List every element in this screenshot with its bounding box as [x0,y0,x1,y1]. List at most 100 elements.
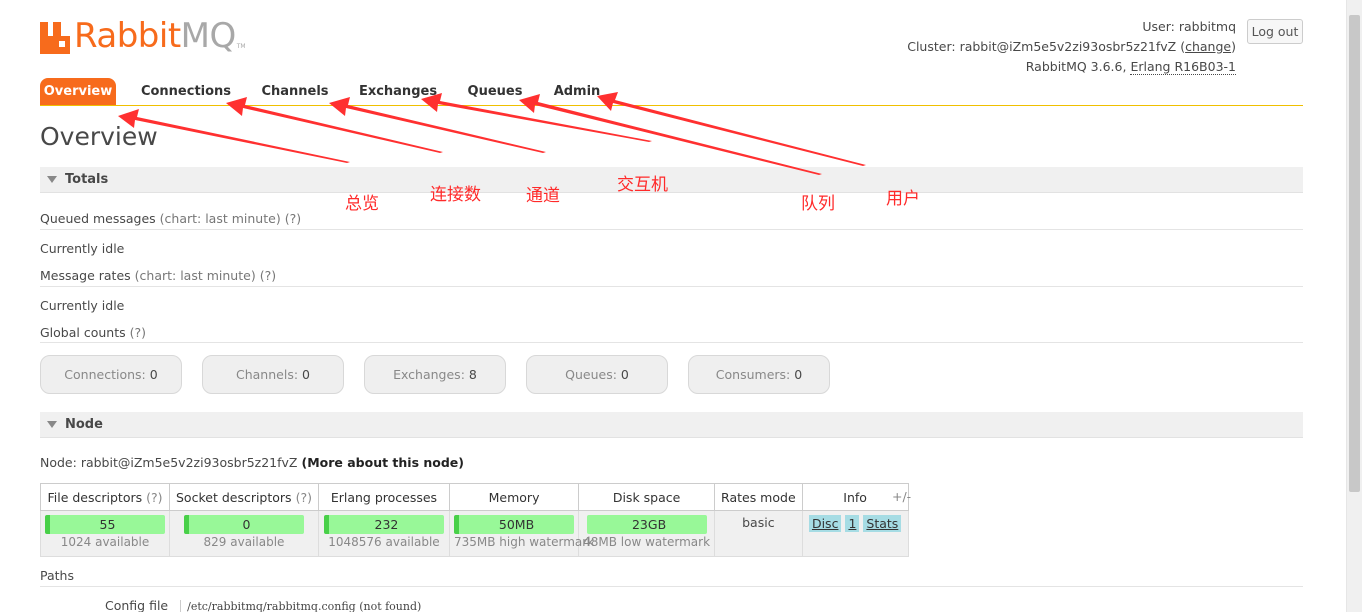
message-rates-row: Message rates (chart: last minute) (?) [40,268,1303,283]
node-name: rabbit@iZm5e5v2zi93osbr5z21fvZ [80,455,298,470]
queued-help-link[interactable]: (?) [285,211,301,226]
toggle-columns-link[interactable]: +/- [892,489,911,504]
consumers-count-button[interactable]: Consumers: 0 [688,355,830,394]
table-header-row: File descriptors (?) Socket descriptors … [40,483,909,511]
change-cluster-link[interactable]: change [1185,39,1231,54]
annotation-arrow [519,94,822,175]
exchanges-count-button[interactable]: Exchanges: 8 [364,355,506,394]
disk-low-watermark: 48MB low watermark [583,535,711,549]
config-file-label: Config file [105,598,169,612]
node-label: Node: [40,455,77,470]
tab-overview[interactable]: Overview [40,78,116,105]
tab-admin[interactable]: Admin [548,78,606,105]
count-value: 0 [794,367,803,382]
memory-bar: 50MB [454,515,575,534]
logout-button[interactable]: Log out [1247,19,1303,44]
tab-queues[interactable]: Queues [464,78,526,105]
tab-channels[interactable]: Channels [256,78,334,105]
annotation-overview: 总览 [345,194,379,214]
config-file-value: /etc/rabbitmq/rabbitmq.config (not found… [180,600,422,612]
node-stats-table: File descriptors (?) Socket descriptors … [40,483,909,557]
annotation-connections: 连接数 [430,185,481,205]
cluster-name: rabbit@iZm5e5v2zi93osbr5z21fvZ [959,39,1177,54]
column-header-erlang-processes: Erlang processes [317,483,450,511]
column-header-disk-space: Disk space [578,483,716,511]
cluster-line: Cluster: rabbit@iZm5e5v2zi93osbr5z21fvZ … [907,39,1236,54]
rabbit-logo-icon [40,22,70,54]
erlang-processes-available: 1048576 available [328,535,440,549]
info-cell: Disc 1 Stats [801,510,909,557]
counts-help-link[interactable]: (?) [130,325,146,340]
rabbitmq-management-page: Rabbit MQ TM User: rabbitmq Cluster: rabbi… [0,0,1362,612]
global-counts-label: Global counts [40,325,126,340]
rabbitmq-logo[interactable]: Rabbit MQ TM [40,18,246,54]
annotation-admin: 用户 [886,189,920,209]
collapse-triangle-icon [47,176,57,183]
divider [40,342,1303,343]
count-label: Consumers: [715,367,791,382]
file-descriptors-available: 1024 available [60,535,150,549]
queues-count-button[interactable]: Queues: 0 [526,355,668,394]
message-rates-label: Message rates [40,268,131,283]
more-about-node-link[interactable]: (More about this node) [301,455,464,470]
version-line: RabbitMQ 3.6.6, Erlang R16B03-1 [907,57,1236,77]
count-badge[interactable]: 1 [845,515,860,532]
count-value: 0 [620,367,629,382]
divider [40,286,1303,287]
queued-chart-range-link[interactable]: (chart: last minute) [160,211,281,226]
queued-idle-text: Currently idle [40,241,125,256]
column-header-rates-mode: Rates mode [714,483,803,511]
node-line: Node: rabbit@iZm5e5v2zi93osbr5z21fvZ (Mo… [40,455,464,470]
count-value: 0 [302,367,310,382]
scrollbar-thumb[interactable] [1349,15,1360,492]
annotation-channels: 通道 [526,186,560,206]
rabbitmq-version: RabbitMQ 3.6.6, [1025,59,1127,74]
tab-connections[interactable]: Connections [138,78,234,105]
file-descriptors-cell: 55 1024 available [40,510,170,557]
page-title: Overview [40,122,158,151]
header-info: User: rabbitmq Cluster: rabbit@iZm5e5v2z… [907,17,1236,77]
node-section-toggle[interactable]: Node [40,412,1303,438]
erlang-processes-cell: 232 1048576 available [317,510,450,557]
logo-trademark: TM [236,43,246,50]
totals-section-toggle[interactable]: Totals [40,167,1303,193]
file-descriptors-bar: 55 [45,515,165,534]
count-value: 8 [468,367,477,382]
help-link[interactable]: (?) [296,490,312,505]
connections-count-button[interactable]: Connections: 0 [40,355,182,394]
count-label: Channels: [236,367,299,382]
queued-messages-label: Queued messages [40,211,156,226]
rates-idle-text: Currently idle [40,298,125,313]
socket-descriptors-bar: 0 [183,515,304,534]
tab-exchanges[interactable]: Exchanges [356,78,440,105]
column-header-label: File descriptors [47,489,143,505]
rates-chart-range-link[interactable]: (chart: last minute) [135,268,256,283]
column-header-label: Socket descriptors [176,489,292,505]
annotation-exchanges: 交互机 [617,175,668,195]
stats-badge[interactable]: Stats [863,515,902,532]
help-link[interactable]: (?) [146,490,162,505]
user-label: User: [1142,19,1175,34]
count-label: Exchanges: [393,367,465,382]
erlang-processes-bar: 232 [323,515,444,534]
logo-text-mq: MQ [180,16,237,56]
annotation-queues: 队列 [801,194,835,214]
queued-messages-row: Queued messages (chart: last minute) (?) [40,211,1303,226]
memory-cell: 50MB 735MB high watermark [448,510,594,557]
rates-help-link[interactable]: (?) [260,268,276,283]
column-header-socket-descriptors: Socket descriptors (?) [169,483,319,511]
rates-mode-cell: basic [714,510,803,557]
paths-heading: Paths [40,568,74,583]
channels-count-button[interactable]: Channels: 0 [202,355,344,394]
vertical-scrollbar[interactable] [1346,0,1362,612]
disc-badge[interactable]: Disc [808,515,842,532]
count-value: 0 [149,367,158,382]
user-name: rabbitmq [1178,19,1236,34]
collapse-triangle-icon [47,421,57,428]
count-label: Queues: [565,367,617,382]
socket-descriptors-cell: 0 829 available [169,510,319,557]
disk-space-cell: 23GB 48MB low watermark [578,510,716,557]
column-header-file-descriptors: File descriptors (?) [40,483,170,511]
node-heading: Node [65,417,103,432]
logo-text-rabbit: Rabbit [74,16,181,56]
